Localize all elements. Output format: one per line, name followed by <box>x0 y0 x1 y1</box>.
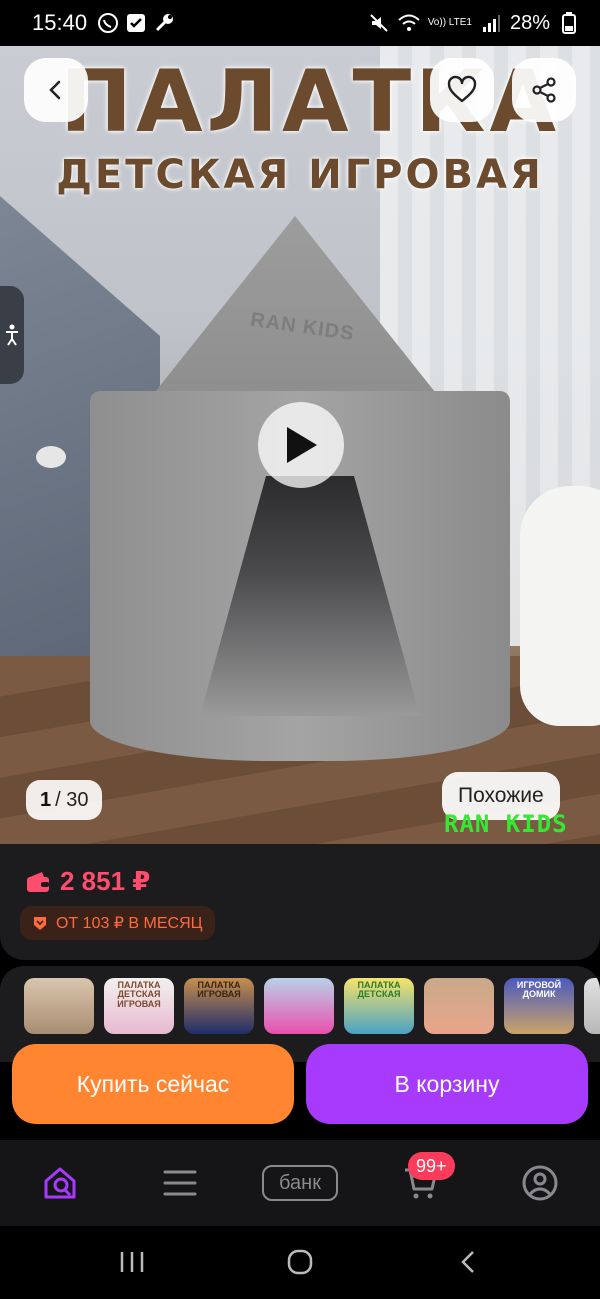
price-value: 2 851 ₽ <box>60 866 151 896</box>
thumbnail-item[interactable] <box>584 978 600 1034</box>
image-title-line2: ДЕТСКАЯ ИГРОВАЯ <box>56 152 544 198</box>
play-video-button[interactable] <box>258 402 344 488</box>
buy-now-button[interactable]: Купить сейчас <box>12 1044 294 1124</box>
mute-icon <box>368 12 390 34</box>
recent-apps-icon <box>120 1252 144 1272</box>
nav-profile[interactable] <box>510 1158 570 1208</box>
image-bear-lamp <box>520 486 600 726</box>
price-card: 2 851 ₽ ОТ 103 ₽ В МЕСЯЦ <box>0 844 600 960</box>
thumbnail-item[interactable] <box>424 978 494 1034</box>
wallet-icon <box>27 871 49 892</box>
nav-home-search[interactable] <box>30 1158 90 1208</box>
installment-badge[interactable]: ОТ 103 ₽ В МЕСЯЦ <box>20 906 215 940</box>
recent-apps-button[interactable] <box>112 1244 152 1280</box>
accessibility-handle[interactable] <box>0 286 24 384</box>
share-icon <box>532 77 556 103</box>
home-search-icon <box>44 1167 76 1199</box>
battery-icon <box>558 12 580 34</box>
thumbnail-item[interactable] <box>24 978 94 1034</box>
thumbnail-item[interactable]: ПАЛАТКА ДЕТСКАЯ ИГРОВАЯ <box>104 978 174 1034</box>
thumbnail-item[interactable]: ПАЛАТКА ИГРОВАЯ <box>184 978 254 1034</box>
cart-badge: 99+ <box>408 1152 455 1180</box>
bank-label: банк <box>262 1165 338 1201</box>
heart-icon <box>447 75 477 103</box>
back-button[interactable] <box>24 58 88 122</box>
action-bar: Купить сейчас В корзину <box>0 1030 600 1140</box>
profile-icon <box>522 1165 558 1201</box>
thumbnail-label: ИГРОВОЙ ДОМИК <box>516 980 562 1000</box>
installment-text: ОТ 103 ₽ В МЕСЯЦ <box>56 915 203 932</box>
nav-catalog[interactable] <box>150 1158 210 1208</box>
thumbnail-label: ПАЛАТКА ИГРОВАЯ <box>197 980 241 1000</box>
battery-percent: 28% <box>509 11 550 34</box>
checkbox-icon <box>125 12 147 34</box>
counter-total: / 30 <box>55 788 89 811</box>
bottom-nav: банк 99+ <box>0 1140 600 1226</box>
split-icon <box>34 917 46 930</box>
thumbnail-item[interactable]: ИГРОВОЙ ДОМИК <box>504 978 574 1034</box>
product-image-gallery[interactable]: RAN KIDS ПАЛАТКА ДЕТСКАЯ ИГРОВАЯ 1 / 30 … <box>0 46 600 844</box>
wifi-icon <box>398 12 420 34</box>
home-button[interactable] <box>280 1244 320 1280</box>
add-to-cart-button[interactable]: В корзину <box>306 1044 588 1124</box>
favorite-button[interactable] <box>430 58 494 122</box>
counter-current: 1 <box>40 788 52 811</box>
home-circle-icon <box>287 1249 313 1275</box>
network-label: Vo)) LTE1 <box>427 17 472 28</box>
status-time: 15:40 <box>32 10 88 35</box>
price-row: 2 851 ₽ <box>26 866 150 897</box>
status-bar: 15:40 Vo)) LTE1 28% <box>0 0 600 46</box>
thumbnail-label: ПАЛАТКА ДЕТСКАЯ <box>357 980 401 1000</box>
back-arrow-icon <box>461 1251 474 1273</box>
image-light-switch <box>36 446 66 468</box>
menu-icon <box>163 1170 197 1196</box>
accessibility-icon <box>6 324 18 346</box>
thumbnail-label: ПАЛАТКА ДЕТСКАЯ ИГРОВАЯ <box>117 980 161 1009</box>
share-button[interactable] <box>512 58 576 122</box>
wrench-icon <box>153 12 175 34</box>
thumbnail-item[interactable] <box>264 978 334 1034</box>
play-icon <box>287 427 317 463</box>
signal-icon <box>480 12 502 34</box>
whatsapp-icon <box>97 12 119 34</box>
nav-bank[interactable]: банк <box>260 1158 340 1208</box>
system-nav-bar <box>0 1226 600 1299</box>
image-counter: 1 / 30 <box>26 780 103 820</box>
image-watermark: RAN KIDS <box>444 810 568 838</box>
thumbnail-item[interactable]: ПАЛАТКА ДЕТСКАЯ <box>344 978 414 1034</box>
system-back-button[interactable] <box>448 1244 488 1280</box>
chevron-left-icon <box>49 80 61 100</box>
